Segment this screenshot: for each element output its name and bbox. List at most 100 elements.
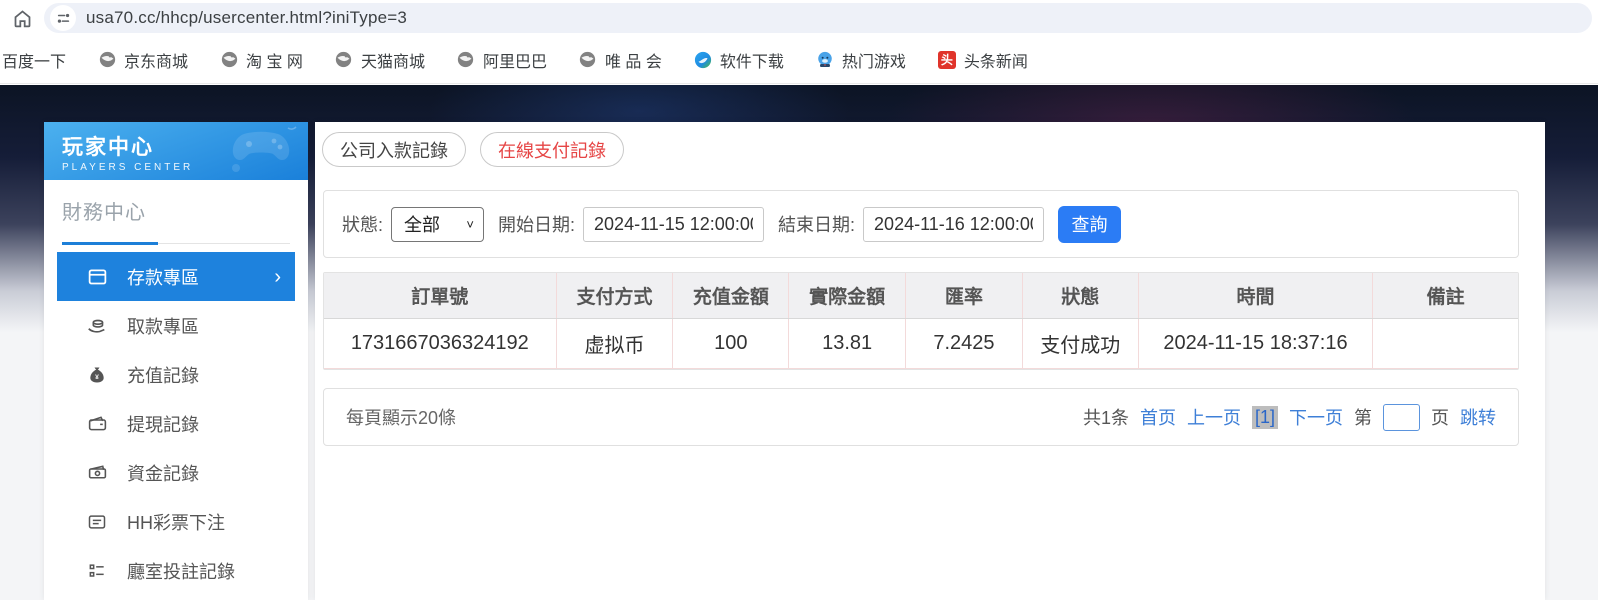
deposit-card-icon <box>85 266 109 287</box>
jump-prefix-text: 第 <box>1354 404 1372 430</box>
records-table: 訂單號 支付方式 充值金額 實際金額 匯率 狀態 時間 備註 173166703… <box>323 272 1519 370</box>
sidebar-item-withdrawal-records[interactable]: 提現記錄 <box>57 399 295 448</box>
col-header-exchange-rate: 匯率 <box>906 273 1023 318</box>
col-header-recharge-amount: 充值金額 <box>673 273 789 318</box>
cell-order-no: 1731667036324192 <box>324 319 557 368</box>
record-tabs: 公司入款記錄 在線支付記錄 <box>322 132 638 167</box>
globe-icon <box>335 51 353 69</box>
search-button[interactable]: 查詢 <box>1058 206 1121 243</box>
total-count-text: 共1条 <box>1083 404 1129 430</box>
chevron-down-icon: ˅ <box>466 217 474 232</box>
prev-page-link[interactable]: 上一页 <box>1187 404 1241 430</box>
bookmark-games[interactable]: 热门游戏 <box>816 48 906 72</box>
sidebar-item-label: 廳室投註記錄 <box>127 558 235 584</box>
jump-button[interactable]: 跳转 <box>1460 404 1496 430</box>
col-header-time: 時間 <box>1139 273 1374 318</box>
tab-company-deposit-records[interactable]: 公司入款記錄 <box>322 132 466 167</box>
bookmark-label: 软件下载 <box>720 48 784 72</box>
col-header-status: 狀態 <box>1023 273 1139 318</box>
bookmark-vip[interactable]: 唯 品 会 <box>579 48 662 72</box>
cell-payment-method: 虚拟币 <box>557 319 674 368</box>
game-mascot-icon <box>816 51 834 69</box>
banknote-icon <box>85 462 109 483</box>
sidebar-item-label: 存款專區 <box>127 264 199 290</box>
status-label: 狀態: <box>342 211 383 237</box>
sidebar-item-recharge-records[interactable]: ¥ 充值記錄 <box>57 350 295 399</box>
bookmark-software[interactable]: 软件下载 <box>694 48 784 72</box>
sidebar-item-hall-bet-records[interactable]: 廳室投註記錄 <box>57 546 295 595</box>
sidebar: 玩家中心 PLAYERS CENTER 財務中心 存款專區 › 取款專區 ¥ 充… <box>44 122 308 600</box>
bookmark-label: 百度一下 <box>2 48 66 72</box>
start-date-input[interactable] <box>583 207 764 242</box>
col-header-payment-method: 支付方式 <box>557 273 674 318</box>
globe-icon <box>98 51 116 69</box>
bookmark-label: 唯 品 会 <box>605 48 662 72</box>
col-header-order-no: 訂單號 <box>324 273 557 318</box>
cell-exchange-rate: 7.2425 <box>906 319 1023 368</box>
filter-panel: 狀態: 全部 ˅ 開始日期: 結束日期: 查詢 <box>323 190 1519 258</box>
bookmark-label: 热门游戏 <box>842 48 906 72</box>
url-text[interactable]: usa70.cc/hhcp/usercenter.html?iniType=3 <box>86 8 407 28</box>
sidebar-item-label: 資金記錄 <box>127 460 199 486</box>
bookmark-alibaba[interactable]: 阿里巴巴 <box>457 48 547 72</box>
cell-actual-amount: 13.81 <box>789 319 906 368</box>
page-size-text: 每頁顯示20條 <box>346 404 456 430</box>
current-page-indicator: [1] <box>1252 406 1278 429</box>
screen: usa70.cc/hhcp/usercenter.html?iniType=3 … <box>0 0 1598 600</box>
svg-text:¥: ¥ <box>95 374 99 381</box>
software-download-icon <box>694 51 712 69</box>
bookmark-label: 京东商城 <box>124 48 188 72</box>
address-bar[interactable]: usa70.cc/hhcp/usercenter.html?iniType=3 <box>44 3 1592 33</box>
bookmark-baidu[interactable]: 百度一下 <box>2 48 66 72</box>
col-header-remark: 備註 <box>1373 273 1518 318</box>
jump-page-input[interactable] <box>1383 404 1420 431</box>
sidebar-item-hh-lottery-bets[interactable]: HH彩票下注 <box>57 497 295 546</box>
globe-icon <box>457 51 475 69</box>
site-settings-icon[interactable] <box>50 5 76 31</box>
sidebar-item-withdraw[interactable]: 取款專區 <box>57 301 295 350</box>
end-date-label: 結束日期: <box>778 211 855 237</box>
sidebar-item-funds-records[interactable]: 資金記錄 <box>57 448 295 497</box>
table-row: 1731667036324192 虚拟币 100 13.81 7.2425 支付… <box>324 319 1518 369</box>
sidebar-item-deposit[interactable]: 存款專區 › <box>57 252 295 301</box>
start-date-label: 開始日期: <box>498 211 575 237</box>
end-date-input[interactable] <box>863 207 1044 242</box>
sidebar-item-label: 取款專區 <box>127 313 199 339</box>
gamepad-icon <box>222 126 300 174</box>
bookmark-taobao[interactable]: 淘 宝 网 <box>220 48 303 72</box>
wallet-icon <box>85 413 109 434</box>
tab-online-payment-records[interactable]: 在線支付記錄 <box>480 132 624 167</box>
sidebar-section: 財務中心 <box>62 196 290 244</box>
next-page-link[interactable]: 下一页 <box>1289 404 1343 430</box>
globe-icon <box>220 51 238 69</box>
status-select[interactable]: 全部 ˅ <box>391 207 484 242</box>
ticket-list-icon <box>85 512 109 532</box>
money-bag-icon: ¥ <box>85 365 109 385</box>
bookmarks-bar: 百度一下 京东商城 淘 宝 网 天猫商城 阿里巴巴 唯 品 会 软件下载 热门 <box>0 36 1598 84</box>
bookmark-jd[interactable]: 京东商城 <box>98 48 188 72</box>
sidebar-item-label: 提現記錄 <box>127 411 199 437</box>
globe-icon <box>579 51 597 69</box>
home-button[interactable] <box>0 8 44 29</box>
cell-status: 支付成功 <box>1023 319 1139 368</box>
bullet-list-icon <box>85 561 109 581</box>
bookmark-tmall[interactable]: 天猫商城 <box>335 48 425 72</box>
home-icon <box>12 8 33 29</box>
main-panel: 公司入款記錄 在線支付記錄 狀態: 全部 ˅ 開始日期: 結束日期: 查詢 訂單… <box>315 122 1545 600</box>
chevron-right-icon: › <box>274 267 281 287</box>
bookmark-label: 阿里巴巴 <box>483 48 547 72</box>
cell-time: 2024-11-15 18:37:16 <box>1139 319 1374 368</box>
bookmark-label: 天猫商城 <box>361 48 425 72</box>
table-header-row: 訂單號 支付方式 充值金額 實際金額 匯率 狀態 時間 備註 <box>324 273 1518 319</box>
status-select-value: 全部 <box>404 211 440 237</box>
sidebar-menu: 存款專區 › 取款專區 ¥ 充值記錄 提現記錄 資金記錄 HH彩票下注 <box>44 252 308 595</box>
sidebar-item-label: HH彩票下注 <box>127 509 225 535</box>
bookmark-label: 淘 宝 网 <box>246 48 303 72</box>
first-page-link[interactable]: 首页 <box>1140 404 1176 430</box>
bookmark-toutiao[interactable]: 头 头条新闻 <box>938 48 1028 72</box>
bookmark-label: 头条新闻 <box>964 48 1028 72</box>
col-header-actual-amount: 實際金額 <box>789 273 906 318</box>
browser-toolbar: usa70.cc/hhcp/usercenter.html?iniType=3 <box>0 0 1598 36</box>
sidebar-header: 玩家中心 PLAYERS CENTER <box>44 122 308 180</box>
cell-remark <box>1373 319 1518 368</box>
